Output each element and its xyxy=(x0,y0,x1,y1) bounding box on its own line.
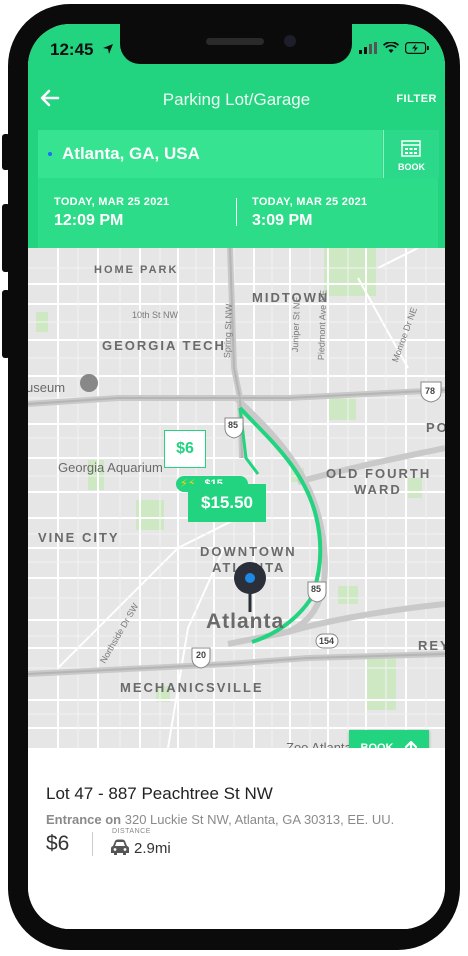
status-time: 12:45 xyxy=(50,40,94,59)
label-juniper-st: Juniper St NE xyxy=(290,296,302,353)
volume-up-button xyxy=(2,204,10,272)
price-marker-15-50-label: $15.50 xyxy=(201,493,253,512)
end-date: TODAY, MAR 25 2021 xyxy=(252,196,368,208)
lot-name: Lot 47 - 887 Peachtree St NW xyxy=(46,784,273,803)
lot-price: $6 xyxy=(46,832,70,855)
hwy-154: 154 xyxy=(319,636,335,646)
label-po: PO xyxy=(426,420,445,435)
label-downtown-1: DOWNTOWN xyxy=(200,544,297,559)
speaker xyxy=(206,38,264,45)
label-rey: REY xyxy=(418,638,445,653)
hwy-85-south: 85 xyxy=(311,584,322,594)
calendar-book-button[interactable]: BOOK xyxy=(383,130,439,178)
location-value: Atlanta, GA, USA xyxy=(62,144,200,163)
filter-button[interactable]: FILTER xyxy=(396,93,437,105)
lot-details[interactable]: Lot 47 - 887 Peachtree St NW Entrance on… xyxy=(28,748,445,929)
app-screen: 12:45 Parking Lot/Garage FILTER Atlanta,… xyxy=(28,24,445,929)
hwy-20: 20 xyxy=(196,650,207,660)
label-vine-city: VINE CITY xyxy=(38,530,120,545)
datetime-divider xyxy=(236,198,237,226)
label-10th-st: 10th St NW xyxy=(132,310,179,320)
entrance-info: Entrance on 320 Luckie St NW, Atlanta, G… xyxy=(46,812,394,827)
front-camera xyxy=(284,35,296,47)
page-title: Parking Lot/Garage xyxy=(162,90,311,109)
location-pin-icon[interactable] xyxy=(232,562,268,614)
calendar-icon xyxy=(401,140,421,157)
label-georgia-aquarium: Georgia Aquarium xyxy=(58,460,163,475)
location-arrow-icon xyxy=(103,44,113,54)
label-home-park: HOME PARK xyxy=(94,264,179,276)
entrance-label: Entrance on xyxy=(46,812,122,827)
hwy-85-north: 85 xyxy=(228,420,239,430)
map-view[interactable]: HOME PARK MIDTOWN GEORGIA TECH useum Geo… xyxy=(28,248,445,748)
museum-icon xyxy=(80,374,98,392)
end-time: 3:09 PM xyxy=(252,212,313,229)
calendar-book-label: BOOK xyxy=(398,162,425,172)
end-datetime[interactable]: TODAY, MAR 25 2021 3:09 PM xyxy=(252,196,367,230)
entrance-address: 320 Luckie St NW, Atlanta, GA 30313, EE.… xyxy=(124,812,395,827)
price-marker-15-50[interactable]: $15.50 xyxy=(188,484,266,522)
start-date: TODAY, MAR 25 2021 xyxy=(54,196,170,208)
battery-icon xyxy=(405,42,429,54)
start-datetime[interactable]: TODAY, MAR 25 2021 12:09 PM xyxy=(54,196,169,230)
price-divider xyxy=(92,832,93,856)
label-old-fourth-ward-1: OLD FOURTH xyxy=(326,466,432,481)
hwy-78: 78 xyxy=(425,386,436,396)
wifi-icon xyxy=(383,42,399,53)
start-time: 12:09 PM xyxy=(54,212,124,229)
device-notch xyxy=(120,24,352,64)
price-marker-6[interactable]: $6 xyxy=(164,430,206,468)
label-georgia-tech: GEORGIA TECH xyxy=(102,338,226,353)
silent-switch xyxy=(2,134,10,170)
label-spring-st: Spring St NW xyxy=(222,303,234,359)
label-zoo-atlanta: Zoo Atlanta xyxy=(286,740,352,748)
location-field[interactable]: Atlanta, GA, USA xyxy=(38,130,382,178)
status-icons xyxy=(359,42,429,54)
location-dot-icon xyxy=(48,152,52,156)
volume-down-button xyxy=(2,290,10,358)
label-mechanicsville: MECHANICSVILLE xyxy=(120,680,264,695)
distance-label: DISTANCE xyxy=(112,828,151,835)
label-museum: useum xyxy=(28,380,66,395)
price-marker-6-label: $6 xyxy=(176,440,194,457)
car-icon xyxy=(111,839,129,855)
signal-icon xyxy=(359,42,377,54)
search-panel: Atlanta, GA, USA BOOK TODAY, MAR 25 2021… xyxy=(38,130,439,248)
distance-value: 2.9mi xyxy=(134,840,171,857)
label-old-fourth-ward-2: WARD xyxy=(354,482,402,497)
